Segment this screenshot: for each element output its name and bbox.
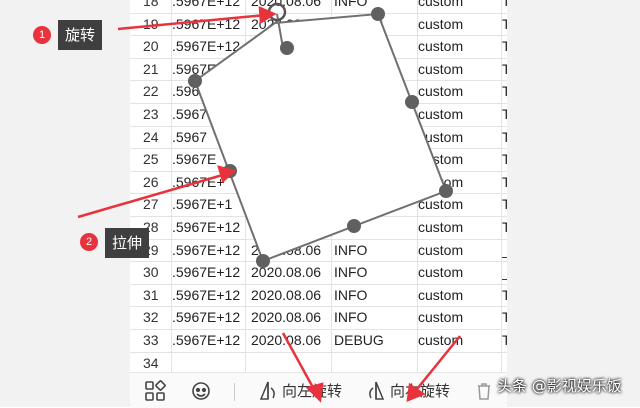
callout-label-rotate: 旋转 [58, 20, 103, 50]
resize-handle[interactable] [188, 74, 202, 88]
resize-handle[interactable] [405, 95, 419, 109]
arrow-to-rotate-left [281, 332, 318, 394]
callout-label-stretch: 拉伸 [105, 228, 150, 258]
callout-badge-rotate: 1 [33, 26, 51, 44]
resize-handle[interactable] [280, 41, 294, 55]
arrowhead [258, 6, 277, 25]
annotation-overlay [77, 2, 461, 403]
arrow-to-rotation-handle [117, 13, 267, 31]
arrow-to-rotate-right [412, 335, 461, 395]
resize-handle[interactable] [256, 254, 270, 268]
resize-handle[interactable] [347, 219, 361, 233]
rotatable-shape[interactable] [193, 12, 448, 263]
arrow-to-stretch-handle [77, 172, 227, 219]
resize-handle[interactable] [371, 7, 385, 21]
watermark: 头条 @影视娱乐饭 [497, 377, 622, 395]
callout-badge-stretch: 2 [80, 233, 98, 251]
arrowhead [305, 382, 324, 403]
resize-handle[interactable] [439, 184, 453, 198]
arrowhead [406, 382, 426, 402]
